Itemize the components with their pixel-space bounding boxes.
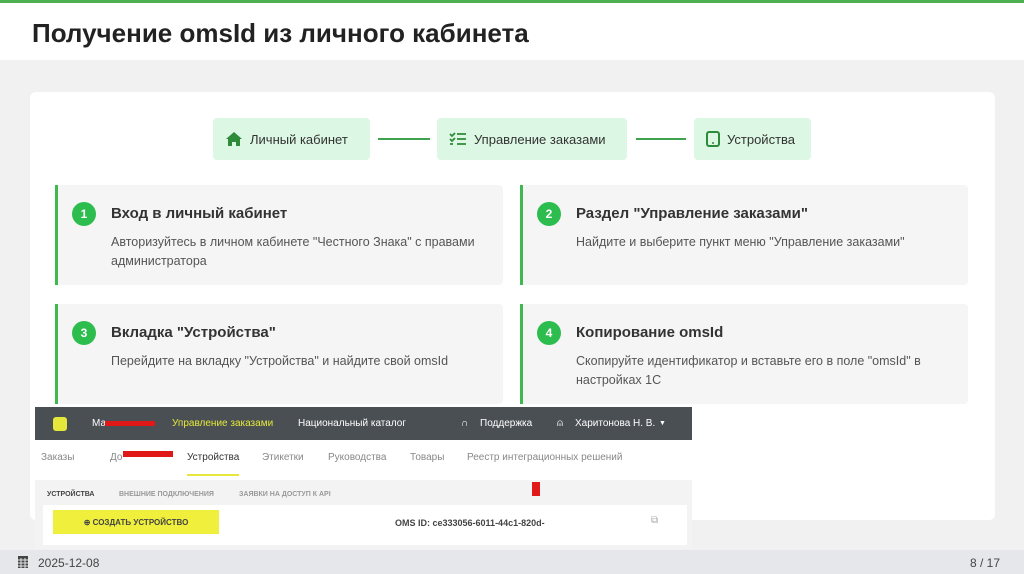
screenshot-image: Ма Управление заказами Национальный ката… bbox=[35, 407, 692, 549]
flow-label: Управление заказами bbox=[474, 131, 606, 147]
settings-icon: ⧉ bbox=[651, 515, 659, 526]
screenshot-subtabs: УСТРОЙСТВА ВНЕШНИЕ ПОДКЛЮЧЕНИЯ ЗАЯВКИ НА… bbox=[35, 480, 692, 508]
step-description: Найдите и выберите пункт меню "Управлени… bbox=[576, 235, 905, 249]
caret-icon: ▼ bbox=[659, 420, 666, 427]
flow-label: Устройства bbox=[727, 131, 796, 147]
step-description: Перейдите на вкладку "Устройства" и найд… bbox=[111, 354, 449, 368]
create-label: СОЗДАТЬ УСТРОЙСТВО bbox=[92, 517, 189, 527]
flow-label: Личный кабинет bbox=[250, 131, 348, 147]
step-number: 4 bbox=[537, 321, 561, 345]
step-number: 3 bbox=[72, 321, 96, 345]
red-arrow-down bbox=[532, 482, 540, 496]
tablet-icon bbox=[706, 131, 720, 147]
page-title: Получение omsId из личного кабинета bbox=[32, 18, 529, 48]
step-card-2: 2 Раздел "Управление заказами" Найдите и… bbox=[520, 185, 968, 285]
footer: 2025-12-08 8 / 17 bbox=[0, 550, 1024, 574]
tab: Товары bbox=[410, 452, 445, 463]
header: Получение omsId из личного кабинета bbox=[0, 3, 1024, 60]
subtab: ЗАЯВКИ НА ДОСТУП К API bbox=[239, 491, 331, 498]
red-arrow bbox=[105, 421, 155, 426]
home-icon bbox=[226, 132, 242, 146]
flow-step-orders: Управление заказами bbox=[437, 118, 627, 160]
checklist-icon bbox=[449, 132, 466, 145]
tab: Этикетки bbox=[262, 452, 304, 463]
step-card-1: 1 Вход в личный кабинет Авторизуйтесь в … bbox=[55, 185, 503, 285]
tab: До bbox=[110, 452, 123, 463]
nav-item: Национальный каталог bbox=[298, 418, 406, 429]
connector bbox=[636, 138, 686, 140]
footer-date: 2025-12-08 bbox=[38, 556, 100, 570]
step-number: 1 bbox=[72, 202, 96, 226]
user-name: Харитонова Н. В. bbox=[575, 418, 656, 429]
step-title: Раздел "Управление заказами" bbox=[576, 205, 808, 222]
flow-step-cabinet: Личный кабинет bbox=[213, 118, 370, 160]
flow-step-devices: Устройства bbox=[694, 118, 811, 160]
tab-active: Устройства bbox=[187, 452, 240, 476]
step-card-4: 4 Копирование omsId Скопируйте идентифик… bbox=[520, 304, 968, 404]
nav-item: Ма bbox=[92, 418, 107, 429]
calendar-icon bbox=[18, 556, 28, 568]
nav-item: Поддержка bbox=[480, 418, 533, 429]
connector bbox=[378, 138, 430, 140]
tab: Заказы bbox=[41, 452, 75, 463]
nav-item-active: Управление заказами bbox=[172, 418, 274, 429]
subtab: ВНЕШНИЕ ПОДКЛЮЧЕНИЯ bbox=[119, 491, 214, 498]
red-arrow bbox=[123, 451, 173, 457]
step-description: Авторизуйтесь в личном кабинете "Честног… bbox=[111, 235, 475, 268]
tab: Руководства bbox=[328, 452, 387, 463]
screenshot-tabs: Заказы До Устройства Этикетки Руководств… bbox=[35, 440, 692, 480]
user-icon: ⍝ bbox=[557, 418, 563, 429]
step-title: Копирование omsId bbox=[576, 324, 724, 341]
logo-icon bbox=[53, 416, 67, 431]
step-title: Вкладка "Устройства" bbox=[111, 324, 276, 341]
support-icon: ∩ bbox=[461, 418, 469, 429]
page-number: 8 / 17 bbox=[970, 556, 1001, 570]
create-device-button: ⊕ СОЗДАТЬ УСТРОЙСТВО bbox=[53, 510, 219, 534]
step-number: 2 bbox=[537, 202, 561, 226]
screenshot-device-row: ⊕ СОЗДАТЬ УСТРОЙСТВО OMS ID: ce333056-60… bbox=[43, 505, 687, 545]
oms-id-text: OMS ID: ce333056-6011-44c1-820d- bbox=[395, 518, 545, 528]
step-title: Вход в личный кабинет bbox=[111, 205, 288, 222]
plus-icon: ⊕ bbox=[83, 517, 93, 527]
step-description: Скопируйте идентификатор и вставьте его … bbox=[576, 354, 921, 387]
tab: Реестр интеграционных решений bbox=[467, 452, 623, 463]
step-card-3: 3 Вкладка "Устройства" Перейдите на вкла… bbox=[55, 304, 503, 404]
